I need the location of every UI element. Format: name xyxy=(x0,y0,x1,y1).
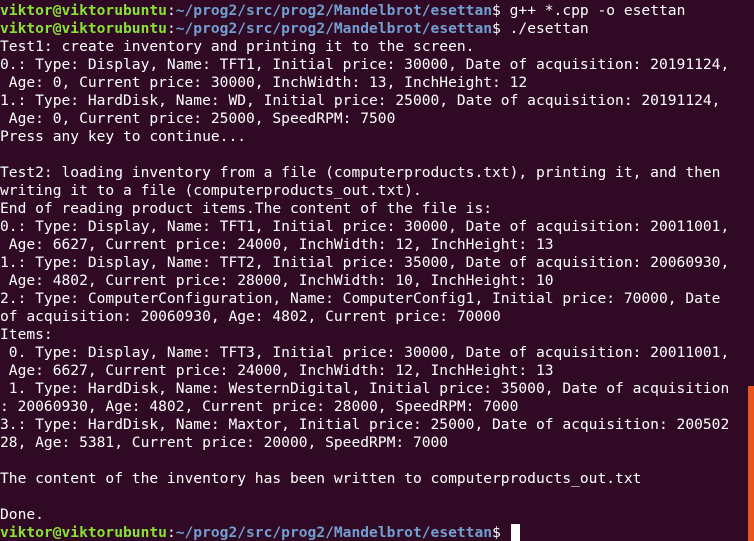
scrollbar-thumb[interactable] xyxy=(748,386,754,541)
prompt-user: viktor@viktorubuntu xyxy=(0,20,167,37)
output-line: : 20060930, Age: 4802, Current price: 28… xyxy=(0,398,519,415)
output-line: of acquisition: 20060930, Age: 4802, Cur… xyxy=(0,308,501,325)
output-line: Age: 0, Current price: 25000, SpeedRPM: … xyxy=(0,110,396,127)
prompt-user: viktor@viktorubuntu xyxy=(0,524,167,541)
prompt-command: ./esettan xyxy=(500,20,589,37)
prompt-command: g++ *.cpp -o esettan xyxy=(500,2,686,19)
output-line: Done. xyxy=(0,506,44,523)
prompt-separator: : xyxy=(166,2,176,19)
terminal-window[interactable]: viktor@viktorubuntu:~/prog2/src/prog2/Ma… xyxy=(0,0,754,541)
output-line: 28, Age: 5381, Current price: 20000, Spe… xyxy=(0,434,449,451)
output-line: 0.: Type: Display, Name: TFT1, Initial p… xyxy=(0,56,730,73)
output-line: 1. Type: HardDisk, Name: WesternDigital,… xyxy=(0,380,730,397)
prompt-separator: : xyxy=(166,524,176,541)
active-prompt-line[interactable]: viktor@viktorubuntu:~/prog2/src/prog2/Ma… xyxy=(0,524,748,541)
prompt-command xyxy=(501,524,510,541)
prompt-separator: : xyxy=(166,20,176,37)
output-line: 2.: Type: ComputerConfiguration, Name: C… xyxy=(0,290,721,307)
output-line: The content of the inventory has been wr… xyxy=(0,470,642,487)
prompt-symbol: $ xyxy=(492,20,501,37)
output-line: Press any key to continue... xyxy=(0,128,247,145)
output-line: 3.: Type: HardDisk, Name: Maxtor, Initia… xyxy=(0,416,730,433)
output-line: 0. Type: Display, Name: TFT3, Initial pr… xyxy=(0,344,730,361)
prompt-path: ~/prog2/src/prog2/Mandelbrot/esettan xyxy=(175,20,493,37)
prompt-line: viktor@viktorubuntu:~/prog2/src/prog2/Ma… xyxy=(0,20,748,38)
output-line: Age: 6627, Current price: 24000, InchWid… xyxy=(0,362,554,379)
prompt-path: ~/prog2/src/prog2/Mandelbrot/esettan xyxy=(175,524,493,541)
text-cursor xyxy=(510,524,520,541)
output-line: End of reading product items.The content… xyxy=(0,200,493,217)
scrollbar-track[interactable] xyxy=(748,0,754,541)
output-line: Test2: loading inventory from a file (co… xyxy=(0,164,721,181)
output-line: Age: 4802, Current price: 28000, InchWid… xyxy=(0,272,554,289)
prompt-symbol: $ xyxy=(492,524,501,541)
prompt-symbol: $ xyxy=(492,2,501,19)
output-line: 1.: Type: Display, Name: TFT2, Initial p… xyxy=(0,254,730,271)
output-line: Items: xyxy=(0,326,53,343)
output-line: 1.: Type: HardDisk, Name: WD, Initial pr… xyxy=(0,92,721,109)
output-line: writing it to a file (computerproducts_o… xyxy=(0,182,422,199)
output-line: Test1: create inventory and printing it … xyxy=(0,38,475,55)
output-line: Age: 6627, Current price: 24000, InchWid… xyxy=(0,236,554,253)
output-line: Age: 0, Current price: 30000, InchWidth:… xyxy=(0,74,528,91)
prompt-line: viktor@viktorubuntu:~/prog2/src/prog2/Ma… xyxy=(0,2,748,20)
output-line: 0.: Type: Display, Name: TFT1, Initial p… xyxy=(0,218,730,235)
prompt-user: viktor@viktorubuntu xyxy=(0,2,167,19)
terminal-output: viktor@viktorubuntu:~/prog2/src/prog2/Ma… xyxy=(0,2,748,541)
prompt-path: ~/prog2/src/prog2/Mandelbrot/esettan xyxy=(175,2,493,19)
